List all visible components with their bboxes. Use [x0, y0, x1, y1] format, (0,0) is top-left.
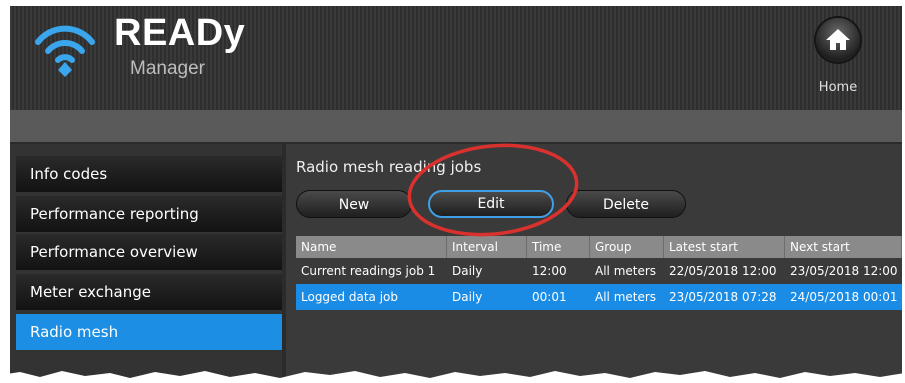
column-header-latest-start[interactable]: Latest start — [664, 236, 785, 258]
cell-next-start: 24/05/2018 00:01 — [790, 290, 898, 304]
torn-edge — [0, 371, 905, 383]
cell-time: 12:00 — [532, 264, 567, 278]
app-window: READy Manager Home Info codes Performanc… — [10, 6, 902, 378]
page-title: Radio mesh reading jobs — [296, 158, 482, 176]
cell-next-start: 23/05/2018 12:00 — [790, 264, 898, 278]
sidebar-item-performance-overview[interactable]: Performance overview — [16, 234, 282, 270]
wifi-logo-icon — [35, 25, 95, 77]
column-header-name[interactable]: Name — [296, 236, 447, 258]
table-header: Name Interval Time Group Latest start Ne… — [296, 236, 902, 258]
brand-title: READy — [114, 12, 246, 54]
home-icon — [816, 18, 860, 62]
cell-latest-start: 23/05/2018 07:28 — [669, 290, 777, 304]
column-header-time[interactable]: Time — [527, 236, 590, 258]
sidebar-item-radio-mesh[interactable]: Radio mesh — [16, 314, 282, 350]
sidebar-item-info-codes[interactable]: Info codes — [16, 156, 282, 192]
column-header-group[interactable]: Group — [590, 236, 664, 258]
header-bar: READy Manager Home — [10, 6, 902, 110]
sub-toolbar — [10, 110, 902, 142]
main-panel: Radio mesh reading jobs New Edit Delete … — [286, 144, 902, 378]
column-header-next-start[interactable]: Next start — [785, 236, 902, 258]
home-button[interactable]: Home — [798, 14, 878, 102]
sidebar-item-performance-reporting[interactable]: Performance reporting — [16, 196, 282, 232]
cell-interval: Daily — [452, 290, 483, 304]
delete-button[interactable]: Delete — [566, 190, 686, 218]
sidebar: Info codes Performance reporting Perform… — [10, 144, 282, 378]
cell-group: All meters — [595, 290, 657, 304]
brand-subtitle: Manager — [130, 58, 205, 79]
edit-button[interactable]: Edit — [428, 190, 554, 218]
cell-group: All meters — [595, 264, 657, 278]
jobs-table: Name Interval Time Group Latest start Ne… — [296, 236, 902, 310]
new-button[interactable]: New — [296, 190, 412, 218]
cell-name: Logged data job — [301, 290, 399, 304]
cell-time: 00:01 — [532, 290, 567, 304]
home-label: Home — [818, 80, 858, 95]
table-row[interactable]: Current readings job 1 Daily 12:00 All m… — [296, 258, 902, 284]
table-row-selected[interactable]: Logged data job Daily 00:01 All meters 2… — [296, 284, 902, 310]
cell-name: Current readings job 1 — [301, 264, 436, 278]
cell-latest-start: 22/05/2018 12:00 — [669, 264, 777, 278]
column-header-interval[interactable]: Interval — [447, 236, 527, 258]
sidebar-item-meter-exchange[interactable]: Meter exchange — [16, 274, 282, 310]
cell-interval: Daily — [452, 264, 483, 278]
